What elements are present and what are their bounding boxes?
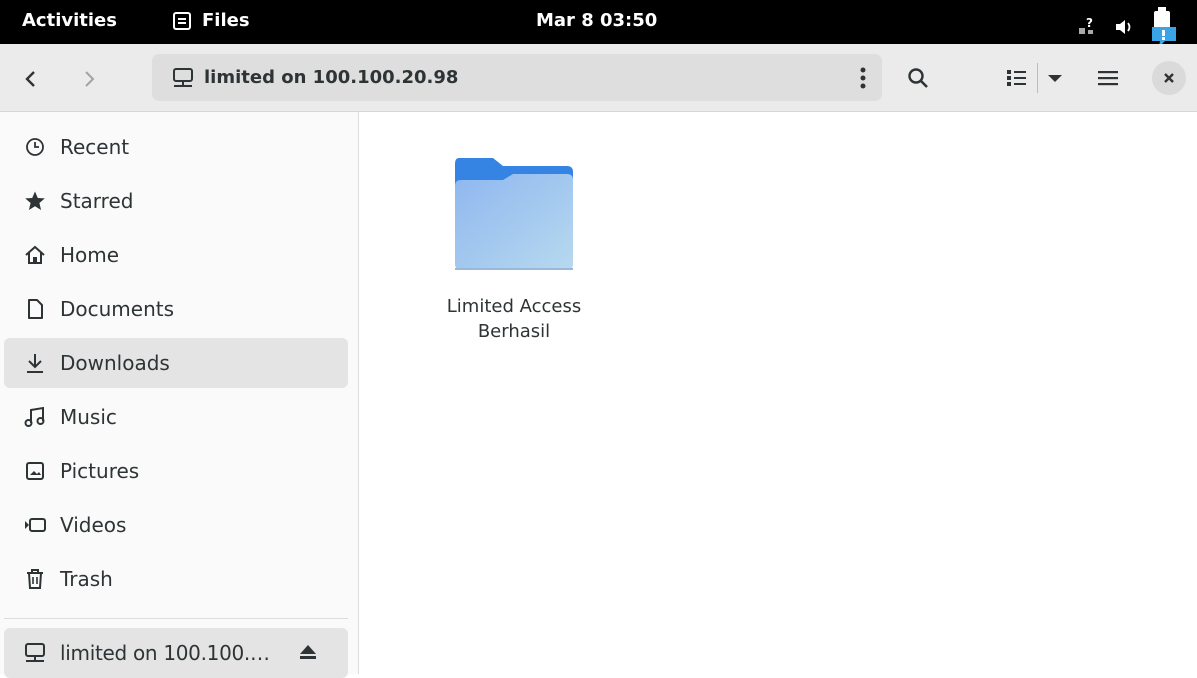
sidebar-item-home[interactable]: Home	[4, 230, 348, 280]
chevron-down-icon	[1047, 75, 1062, 82]
back-button[interactable]	[14, 62, 48, 96]
sidebar-item-label: Starred	[60, 189, 134, 213]
volume-icon	[1116, 20, 1131, 34]
system-tray[interactable]: ?	[1077, 7, 1179, 47]
forward-button[interactable]	[72, 62, 106, 96]
forward-icon	[85, 71, 95, 87]
sidebar-item-label: Pictures	[60, 459, 140, 483]
folder-name-line-2: Berhasil	[477, 321, 551, 342]
sidebar-item-recent[interactable]: Recent	[4, 122, 348, 172]
back-icon	[25, 71, 35, 87]
folder-item[interactable]: Limited Access Berhasil	[429, 156, 599, 344]
clock[interactable]: Mar 8 03:50	[536, 10, 657, 31]
clock-icon	[24, 136, 46, 158]
sidebar-item-label: Trash	[60, 567, 113, 591]
folder-name: Limited Access Berhasil	[429, 294, 599, 344]
document-icon	[24, 298, 46, 320]
sidebar-item-starred[interactable]: Starred	[4, 176, 348, 226]
kebab-menu-icon[interactable]	[860, 66, 866, 94]
music-icon	[24, 406, 46, 428]
eject-icon[interactable]	[298, 642, 318, 667]
sidebar-item-downloads[interactable]: Downloads	[4, 338, 348, 388]
close-icon	[1164, 73, 1174, 83]
list-view-icon	[1006, 70, 1026, 86]
sidebar-item-label: Home	[60, 243, 120, 267]
sidebar-item-videos[interactable]: Videos	[4, 500, 348, 550]
battery-warning-icon	[1152, 7, 1176, 47]
folder-name-line-1: Limited Access	[446, 296, 582, 317]
header-bar: limited on 100.100.20.98	[0, 44, 1197, 112]
sidebar-item-label: Downloads	[60, 351, 170, 375]
files-app-icon	[173, 11, 191, 30]
sidebar-item-network-mount[interactable]: limited on 100.100.…	[4, 628, 348, 678]
trash-icon	[24, 568, 46, 590]
path-bar[interactable]: limited on 100.100.20.98	[152, 54, 882, 101]
sidebar-item-label: Documents	[60, 297, 175, 321]
star-icon	[24, 190, 46, 212]
svg-text:?: ?	[1086, 16, 1093, 30]
sidebar-separator	[4, 618, 348, 619]
sidebar: Recent Starred Home Documents Downloads …	[0, 112, 359, 678]
main-menu-button[interactable]	[1090, 61, 1126, 95]
app-menu[interactable]: Files	[172, 10, 250, 31]
sidebar-item-trash[interactable]: Trash	[4, 554, 348, 604]
top-bar: Activities Files Mar 8 03:50 ?	[0, 0, 1197, 47]
video-icon	[24, 514, 46, 536]
download-icon	[24, 352, 46, 374]
view-options-button[interactable]	[994, 61, 1074, 95]
network-drive-icon	[24, 642, 46, 664]
sidebar-item-label: limited on 100.100.…	[60, 641, 270, 665]
location-label[interactable]: limited on 100.100.20.98	[204, 67, 458, 88]
sidebar-item-label: Music	[60, 405, 117, 429]
sidebar-item-label: Videos	[60, 513, 127, 537]
app-name: Files	[202, 10, 250, 31]
hamburger-menu-icon	[1098, 71, 1118, 86]
view-separator	[1036, 63, 1038, 93]
sidebar-item-pictures[interactable]: Pictures	[4, 446, 348, 496]
search-button[interactable]	[900, 61, 936, 95]
close-window-button[interactable]	[1152, 61, 1186, 95]
network-drive-icon	[172, 67, 194, 89]
file-view[interactable]: Limited Access Berhasil	[359, 112, 1197, 674]
picture-icon	[24, 460, 46, 482]
home-icon	[24, 244, 46, 266]
folder-icon	[455, 158, 573, 270]
search-icon	[908, 68, 928, 88]
sidebar-item-documents[interactable]: Documents	[4, 284, 348, 334]
activities-button[interactable]: Activities	[22, 10, 117, 31]
sidebar-item-label: Recent	[60, 135, 130, 159]
network-unknown-icon: ?	[1079, 16, 1093, 34]
sidebar-item-music[interactable]: Music	[4, 392, 348, 442]
